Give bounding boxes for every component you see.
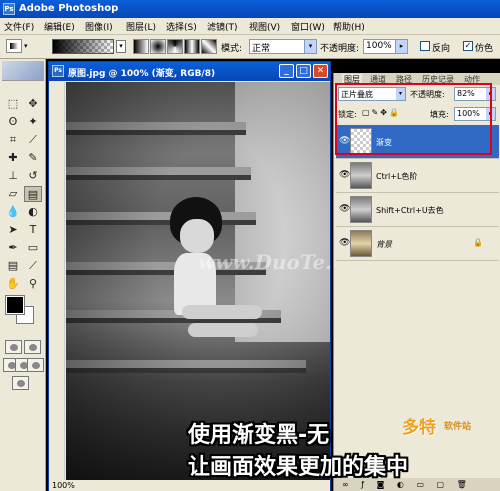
menu-view[interactable]: 视图(V) — [249, 20, 280, 33]
dither-checkbox[interactable]: ✓ — [463, 41, 473, 51]
menu-select[interactable]: 选择(S) — [166, 20, 197, 33]
gradient-picker[interactable] — [52, 39, 114, 54]
shape-tool-icon[interactable]: ▭ — [24, 240, 42, 256]
zoom-level[interactable]: 100% — [52, 481, 75, 490]
gradient-dropdown-icon[interactable]: ▾ — [116, 40, 126, 53]
annotation-highlight-box — [335, 83, 492, 155]
layer-thumbnail — [350, 196, 372, 223]
close-button[interactable]: ✕ — [313, 64, 328, 78]
radial-gradient-button[interactable] — [150, 39, 166, 54]
layer-name: Ctrl+L色阶 — [376, 172, 418, 181]
tool-preset-dropdown-icon[interactable]: ▾ — [24, 42, 33, 50]
menu-layer[interactable]: 图层(L) — [126, 20, 156, 33]
gradient-tool-icon[interactable]: ▤ — [24, 186, 42, 202]
opacity-label: 不透明度: — [320, 44, 360, 54]
pen-tool-icon[interactable]: ✒ — [4, 240, 22, 256]
menubar: 文件(F) 编辑(E) 图像(I) 图层(L) 选择(S) 滤镜(T) 视图(V… — [0, 18, 500, 35]
caption-line-1: 使用渐变黑-无 — [188, 423, 330, 448]
history-brush-tool-icon[interactable]: ↺ — [24, 168, 42, 184]
opacity-value: 100% — [366, 41, 392, 51]
document-titlebar: Ps 原图.jpg @ 100% (渐变, RGB/8) _ □ ✕ — [49, 62, 330, 81]
zoom-tool-icon[interactable]: ⚲ — [24, 276, 42, 292]
crop-tool-icon[interactable]: ⌗ — [4, 132, 22, 148]
eye-icon[interactable]: 👁 — [339, 170, 350, 180]
menu-edit[interactable]: 编辑(E) — [44, 20, 75, 33]
diamond-gradient-button[interactable] — [201, 39, 217, 54]
reverse-label: 反向 — [432, 44, 451, 54]
menu-file[interactable]: 文件(F) — [4, 20, 34, 33]
clone-stamp-tool-icon[interactable]: ⊥ — [4, 168, 22, 184]
eye-icon[interactable]: 👁 — [339, 238, 350, 248]
document-icon: Ps — [52, 65, 64, 77]
layer-row-desaturate[interactable]: 👁 Shift+Ctrl+U去色 — [336, 193, 499, 227]
reverse-checkbox[interactable] — [420, 41, 430, 51]
eyedropper-tool-icon[interactable]: ⟋ — [24, 258, 42, 274]
eye-icon[interactable]: 👁 — [339, 204, 350, 214]
layer-row-levels[interactable]: 👁 Ctrl+L色阶 — [336, 159, 499, 193]
layer-thumbnail — [350, 230, 372, 257]
app-titlebar: Ps Adobe Photoshop — [0, 0, 500, 18]
maximize-button[interactable]: □ — [296, 64, 311, 78]
lock-icon: 🔒 — [473, 238, 483, 247]
menu-image[interactable]: 图像(I) — [85, 20, 113, 33]
reflected-gradient-button[interactable] — [184, 39, 200, 54]
menu-filter[interactable]: 滤镜(T) — [207, 20, 238, 33]
app-title: Adobe Photoshop — [19, 3, 119, 14]
brush-tool-icon[interactable]: ✎ — [24, 150, 42, 166]
gradient-tool-icon[interactable] — [6, 39, 22, 53]
blur-tool-icon[interactable]: 💧 — [4, 204, 22, 220]
caption-overlay: 使用渐变黑-无 让画面效果更加的集中 — [188, 415, 498, 485]
layer-name: Shift+Ctrl+U去色 — [376, 206, 444, 215]
document-side-strip — [49, 82, 65, 480]
eraser-tool-icon[interactable]: ▱ — [4, 186, 22, 202]
magic-wand-tool-icon[interactable]: ✦ — [24, 114, 42, 130]
dodge-tool-icon[interactable]: ◐ — [24, 204, 42, 220]
foreground-color-swatch[interactable] — [5, 295, 25, 315]
tool-palette: ⬚ ✥ ʘ ✦ ⌗ ⟋ ✚ ✎ ⊥ ↺ ▱ ▤ 💧 ◐ ➤ T ✒ ▭ ▤ ⟋ … — [0, 59, 46, 491]
healing-brush-tool-icon[interactable]: ✚ — [4, 150, 22, 166]
lasso-tool-icon[interactable]: ʘ — [4, 114, 22, 130]
linear-gradient-button[interactable] — [133, 39, 149, 54]
type-tool-icon[interactable]: T — [24, 222, 42, 238]
angle-gradient-button[interactable] — [167, 39, 183, 54]
menu-help[interactable]: 帮助(H) — [333, 20, 365, 33]
watermark-text: www.DuoTe.com — [198, 250, 330, 274]
jump-to-imageready-icon[interactable] — [12, 376, 29, 390]
standard-mode-icon[interactable] — [5, 340, 22, 354]
chevron-right-icon: ▸ — [395, 40, 407, 53]
layer-thumbnail — [350, 162, 372, 189]
move-tool-icon[interactable]: ✥ — [24, 96, 42, 112]
layer-row-background[interactable]: 👁 背景 🔒 — [336, 227, 499, 261]
mode-label: 模式: — [221, 44, 243, 54]
layer-name: 背景 — [376, 240, 392, 249]
minimize-button[interactable]: _ — [279, 64, 294, 78]
photoshop-feather-logo — [2, 61, 44, 81]
mode-select[interactable]: 正常 ▾ — [249, 39, 317, 54]
quick-mask-mode-icon[interactable] — [24, 340, 41, 354]
slice-tool-icon[interactable]: ⟋ — [24, 132, 42, 148]
chevron-down-icon: ▾ — [304, 40, 316, 53]
screen-mode-full-icon[interactable] — [27, 358, 44, 372]
options-bar: ▾ ▾ 模式: 正常 ▾ 不透明度: 100% ▸ 反向 ✓ 仿色 — [0, 35, 500, 59]
marquee-tool-icon[interactable]: ⬚ — [4, 96, 22, 112]
hand-tool-icon[interactable]: ✋ — [4, 276, 22, 292]
mode-value: 正常 — [252, 44, 271, 54]
opacity-input[interactable]: 100% ▸ — [363, 39, 408, 54]
dither-label: 仿色 — [475, 44, 494, 54]
menu-window[interactable]: 窗口(W) — [291, 20, 325, 33]
path-selection-tool-icon[interactable]: ➤ — [4, 222, 22, 238]
notes-tool-icon[interactable]: ▤ — [4, 258, 22, 274]
caption-line-2: 让画面效果更加的集中 — [188, 455, 409, 480]
document-title: 原图.jpg @ 100% (渐变, RGB/8) — [68, 69, 216, 79]
photoshop-icon: Ps — [3, 3, 15, 15]
